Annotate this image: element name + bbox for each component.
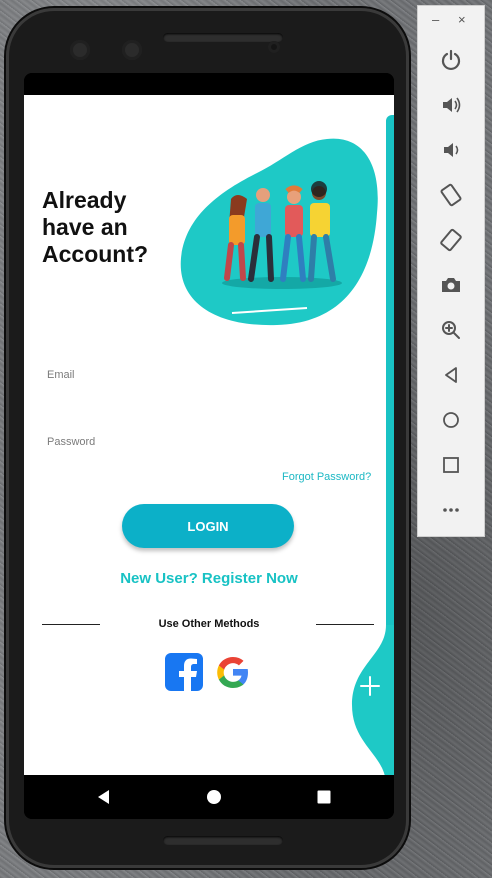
fab-background — [352, 625, 394, 775]
top-speaker — [163, 33, 283, 42]
title-line-1: Already — [42, 187, 127, 213]
volume-up-icon — [443, 97, 461, 113]
proximity-sensor — [268, 41, 280, 53]
minimize-icon[interactable]: – — [432, 12, 439, 27]
nav-recents-button[interactable] — [294, 775, 354, 819]
phone-frame: Already have an Account? Email Password … — [6, 8, 409, 868]
nav-back-button[interactable] — [74, 775, 134, 819]
volume-down-icon — [444, 143, 459, 157]
close-icon[interactable]: × — [458, 12, 466, 27]
facebook-icon[interactable] — [164, 652, 204, 692]
zoom-button[interactable] — [431, 313, 471, 347]
volume-down-button[interactable] — [431, 133, 471, 167]
divider-left — [42, 624, 100, 625]
title-line-3: Account? — [42, 241, 149, 267]
more-icon — [443, 508, 459, 512]
back-icon — [98, 790, 109, 804]
other-methods-label: Use Other Methods — [158, 618, 260, 630]
plus-icon[interactable] — [357, 673, 383, 699]
overview-button[interactable] — [431, 448, 471, 482]
google-icon[interactable] — [214, 652, 252, 692]
rotate-left-button[interactable] — [431, 178, 471, 212]
front-sensor — [70, 40, 90, 60]
rotate-right-button[interactable] — [431, 223, 471, 257]
back-button[interactable] — [431, 358, 471, 392]
camera-icon — [442, 278, 460, 292]
back-icon — [445, 367, 457, 383]
forgot-password-link[interactable]: Forgot Password? — [282, 471, 371, 483]
home-icon — [207, 790, 221, 804]
password-label: Password — [47, 436, 96, 448]
recents-icon — [317, 790, 331, 804]
login-screen: Already have an Account? Email Password … — [24, 95, 394, 775]
rotate-left-icon — [440, 183, 462, 207]
front-camera — [122, 40, 142, 60]
page-title: Already have an Account? — [42, 187, 182, 268]
friends-illustration — [180, 138, 378, 326]
emulator-toolbar: – × — [417, 5, 485, 537]
power-button[interactable] — [431, 43, 471, 77]
toolbar-window-controls: – × — [418, 6, 484, 32]
phone-screen: Already have an Account? Email Password … — [24, 73, 394, 819]
login-button[interactable]: LOGIN — [122, 504, 294, 548]
bottom-speaker — [163, 836, 283, 845]
navigation-bar — [24, 775, 394, 819]
volume-up-button[interactable] — [431, 88, 471, 122]
zoom-icon — [442, 321, 460, 339]
overview-icon — [443, 457, 459, 473]
password-field[interactable]: Password — [47, 436, 95, 448]
email-label: Email — [47, 369, 75, 381]
email-field[interactable]: Email — [47, 369, 75, 381]
more-button[interactable] — [431, 493, 471, 527]
status-bar — [24, 73, 394, 95]
register-link[interactable]: New User? Register Now — [84, 570, 334, 587]
rotate-right-icon — [440, 228, 462, 252]
home-button[interactable] — [431, 403, 471, 437]
home-icon — [443, 412, 459, 428]
title-line-2: have an — [42, 214, 128, 240]
nav-home-button[interactable] — [184, 775, 244, 819]
screenshot-button[interactable] — [431, 268, 471, 302]
power-icon — [441, 49, 461, 71]
